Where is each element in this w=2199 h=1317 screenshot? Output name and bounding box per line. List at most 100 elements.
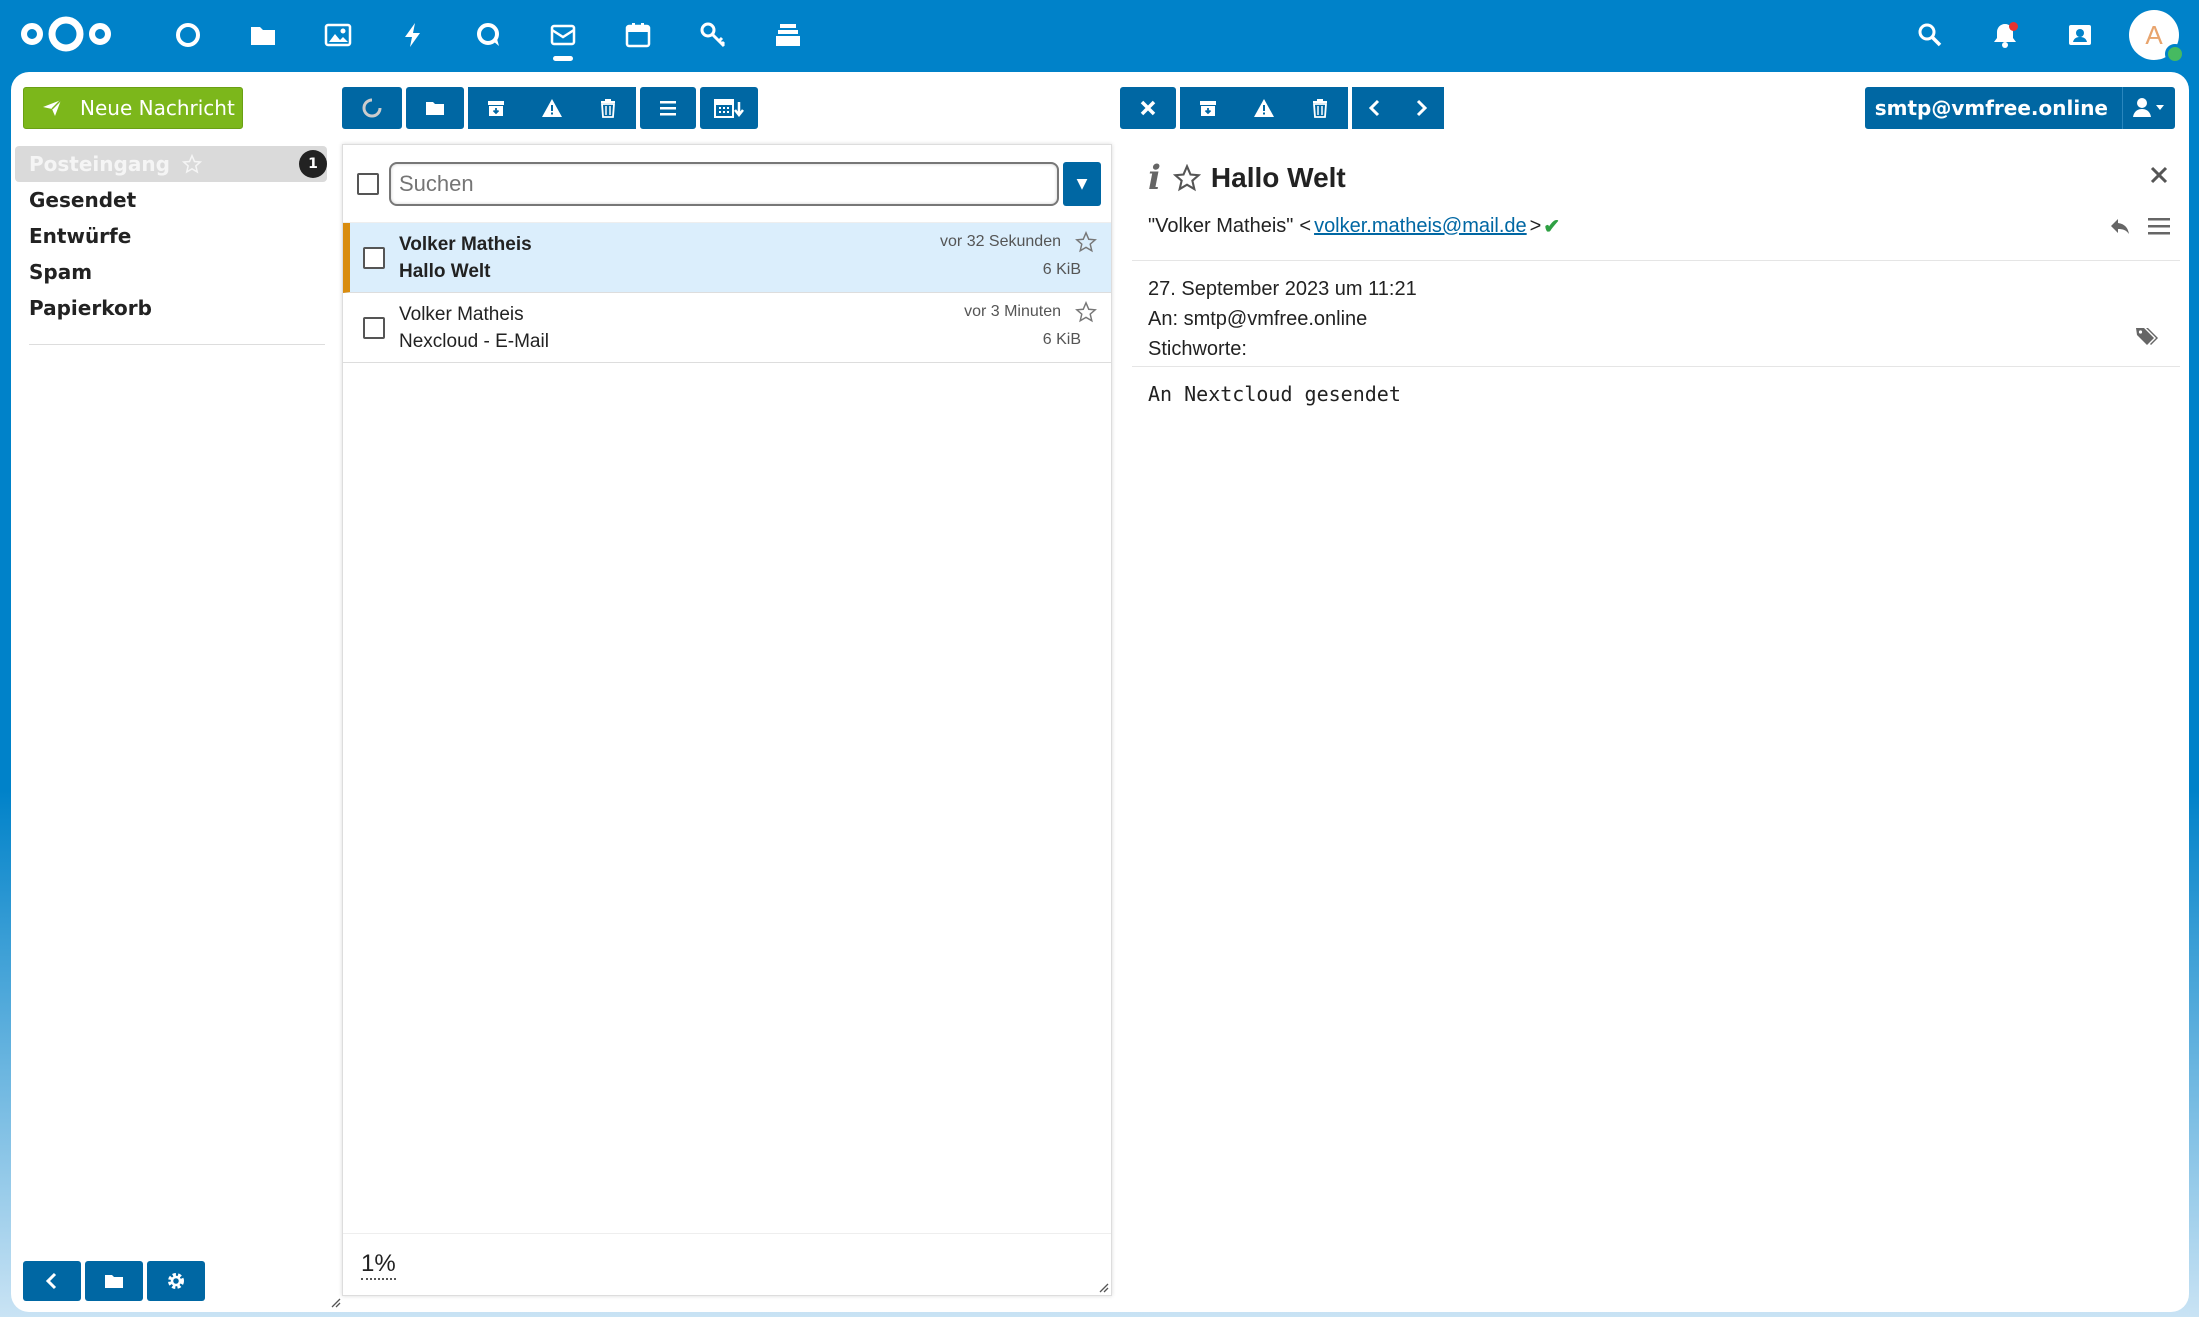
- search-input[interactable]: [389, 161, 1059, 206]
- previous-message-button[interactable]: [1352, 87, 1398, 129]
- calendar-icon[interactable]: [600, 0, 675, 70]
- manage-folders-button[interactable]: [85, 1261, 143, 1301]
- message-from: Volker Matheis: [399, 303, 524, 325]
- activity-icon[interactable]: [375, 0, 450, 70]
- search-icon[interactable]: [1892, 0, 1967, 70]
- delete-button[interactable]: [580, 87, 636, 129]
- archive-icon: [1200, 101, 1216, 116]
- spam-button[interactable]: [524, 87, 580, 129]
- talk-icon[interactable]: [450, 0, 525, 70]
- archive-button[interactable]: [1180, 87, 1236, 129]
- calendar-sort-icon: [714, 99, 744, 118]
- folder-icon: [426, 102, 444, 115]
- header-divider: [1132, 260, 2180, 261]
- refresh-button[interactable]: [342, 87, 402, 129]
- folder-gesendet[interactable]: Gesendet: [15, 182, 335, 218]
- message-date: 27. September 2023 um 11:21: [1148, 278, 1417, 300]
- sidebar-footer: [23, 1261, 205, 1301]
- app-menu: [150, 0, 825, 70]
- reply-icon[interactable]: [2108, 214, 2132, 238]
- settings-button[interactable]: [147, 1261, 205, 1301]
- folder-papierkorb[interactable]: Papierkorb: [15, 290, 335, 326]
- collapse-sidebar-button[interactable]: [23, 1261, 81, 1301]
- folder-label: Papierkorb: [29, 296, 152, 320]
- send-icon: [43, 99, 62, 116]
- folder-list: Posteingang 1 Gesendet Entwürfe Spam Pap…: [15, 146, 335, 345]
- unread-badge: 1: [299, 150, 327, 178]
- list-item[interactable]: Volker Matheis Nexcloud - E-Mail vor 3 M…: [343, 293, 1111, 363]
- message-list-panel: ▼ Volker Matheis Hallo Welt vor 32 Sekun…: [342, 144, 1112, 1296]
- message-checkbox[interactable]: [363, 246, 385, 269]
- trash-icon: [601, 99, 615, 118]
- chevron-right-icon: [1416, 99, 1428, 117]
- search-row: ▼: [343, 145, 1111, 223]
- select-all-checkbox[interactable]: [357, 172, 379, 195]
- hamburger-icon[interactable]: [2146, 214, 2172, 238]
- resize-grip-icon[interactable]: [1097, 1281, 1109, 1293]
- passwords-icon[interactable]: [675, 0, 750, 70]
- user-dropdown-icon[interactable]: [2123, 97, 2175, 119]
- deck-icon[interactable]: [750, 0, 825, 70]
- message-body: An Nextcloud gesendet: [1148, 382, 1401, 406]
- online-status: [2165, 44, 2185, 64]
- list-item[interactable]: Volker Matheis Hallo Welt vor 32 Sekunde…: [343, 223, 1111, 293]
- chevron-left-icon: [45, 1272, 57, 1290]
- star-icon[interactable]: [1075, 301, 1097, 323]
- delete-button[interactable]: [1292, 87, 1348, 129]
- warning-icon: [542, 99, 562, 117]
- message-checkbox[interactable]: [363, 316, 385, 339]
- list-menu-button[interactable]: [640, 87, 696, 129]
- tags-label: Stichworte:: [1148, 338, 1247, 360]
- mail-icon[interactable]: [525, 0, 600, 70]
- account-label: smtp@vmfree.online: [1865, 87, 2123, 129]
- message-time: vor 32 Sekunden: [940, 233, 1061, 250]
- folder-label: Spam: [29, 260, 93, 284]
- close-icon[interactable]: [2148, 164, 2170, 186]
- verified-check-icon: ✔: [1543, 216, 1561, 238]
- sender-email-link[interactable]: volker.matheis@mail.de: [1314, 215, 1527, 238]
- archive-button[interactable]: [468, 87, 524, 129]
- hamburger-icon: [660, 101, 676, 116]
- notification-dot: [2009, 22, 2018, 31]
- account-switcher[interactable]: smtp@vmfree.online: [1864, 87, 2175, 129]
- avatar-letter: A: [2145, 19, 2163, 50]
- reader-toolbar: [1120, 87, 1444, 129]
- new-message-button[interactable]: Neue Nachricht: [23, 87, 243, 129]
- nextcloud-logo-icon[interactable]: [20, 12, 112, 56]
- files-icon[interactable]: [225, 0, 300, 70]
- contacts-icon[interactable]: [2042, 0, 2117, 70]
- sidebar-resize-grip-icon[interactable]: [329, 1296, 341, 1308]
- zoom-level[interactable]: 1%: [361, 1250, 396, 1280]
- star-icon[interactable]: [181, 154, 202, 174]
- spam-button[interactable]: [1236, 87, 1292, 129]
- email-bracket-open: <: [1299, 215, 1312, 237]
- avatar[interactable]: A: [2129, 10, 2185, 64]
- star-icon[interactable]: [1172, 164, 1201, 192]
- bell-icon[interactable]: [1967, 0, 2042, 70]
- info-icon[interactable]: i: [1148, 158, 1161, 198]
- close-message-button[interactable]: [1120, 87, 1176, 129]
- folder-posteingang[interactable]: Posteingang 1: [15, 146, 327, 182]
- photos-icon[interactable]: [300, 0, 375, 70]
- message-subject: Hallo Welt: [1210, 162, 1346, 193]
- folder-spam[interactable]: Spam: [15, 254, 335, 290]
- message-from: Volker Matheis: [399, 233, 532, 255]
- sort-date-button[interactable]: [700, 87, 758, 129]
- chevron-left-icon: [1368, 99, 1380, 117]
- folder-icon: [105, 1275, 123, 1288]
- dashboard-icon[interactable]: [150, 0, 225, 70]
- search-options-button[interactable]: ▼: [1063, 161, 1101, 206]
- message-size: 6 KiB: [1042, 261, 1081, 278]
- tag-icon[interactable]: [2134, 324, 2158, 348]
- trash-icon: [1313, 99, 1327, 118]
- message-size: 6 KiB: [1042, 331, 1081, 348]
- next-message-button[interactable]: [1398, 87, 1444, 129]
- move-button[interactable]: [406, 87, 464, 129]
- list-actions-group: [468, 87, 636, 129]
- folder-entwuerfe[interactable]: Entwürfe: [15, 218, 335, 254]
- sender-row: "Volker Matheis" < volker.matheis@mail.d…: [1148, 214, 1560, 239]
- star-icon[interactable]: [1075, 231, 1097, 253]
- message-meta: 27. September 2023 um 11:21 An: smtp@vmf…: [1148, 274, 1417, 364]
- list-toolbar: [342, 87, 758, 129]
- folder-divider: [29, 344, 325, 345]
